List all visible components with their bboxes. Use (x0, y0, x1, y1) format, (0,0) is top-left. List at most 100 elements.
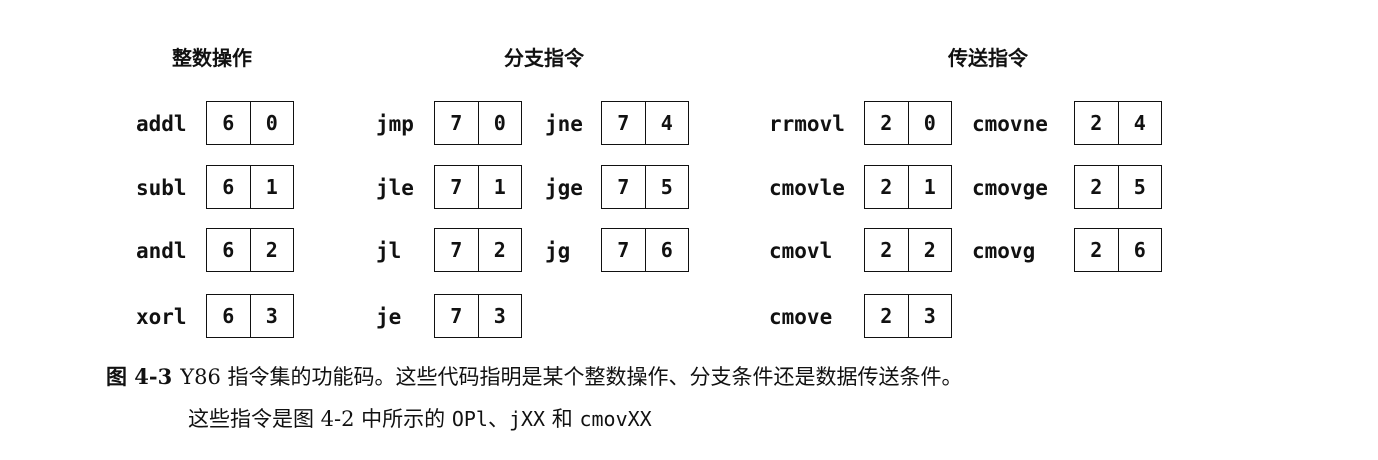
instr-jne: jne 7 4 (545, 101, 689, 147)
code-low-nibble: 0 (477, 102, 522, 144)
code-low-nibble: 2 (477, 229, 522, 271)
function-code-box: 7 6 (601, 228, 689, 272)
branch-title: 分支指令 (504, 46, 584, 70)
mnemonic: jg (545, 239, 571, 263)
instr-jg: jg 7 6 (545, 228, 689, 274)
code-high-nibble: 2 (880, 238, 893, 262)
mnemonic: jge (545, 176, 583, 200)
function-code-box: 2 5 (1074, 165, 1162, 209)
code-high-nibble: 7 (450, 238, 463, 262)
figure-caption-line2: 这些指令是图 4-2 中所示的 OPl、jXX 和 cmovXX (188, 404, 652, 434)
code-high-nibble: 7 (450, 111, 463, 135)
code-low-nibble: 0 (249, 102, 294, 144)
instr-cmovg: cmovg 2 6 (972, 228, 1162, 274)
mnemonic: andl (136, 239, 187, 263)
code-high-nibble: 2 (880, 304, 893, 328)
instr-jge: jge 7 5 (545, 165, 689, 211)
code-low-nibble: 5 (1117, 166, 1162, 208)
caption-separator: 、 (487, 407, 509, 431)
code-high-nibble: 2 (1090, 175, 1103, 199)
code-low-nibble: 2 (907, 229, 952, 271)
instr-xorl: xorl 6 3 (136, 294, 294, 340)
function-code-box: 2 1 (864, 165, 952, 209)
instr-jmp: jmp 7 0 (376, 101, 522, 147)
mnemonic: jne (545, 112, 583, 136)
function-code-box: 2 0 (864, 101, 952, 145)
caption-line2-prefix: 这些指令是图 4-2 中所示的 (188, 407, 452, 431)
figure-label: 图 4-3 (106, 364, 173, 389)
code-high-nibble: 2 (880, 175, 893, 199)
code-low-nibble: 4 (644, 102, 689, 144)
mnemonic: cmovle (769, 176, 845, 200)
code-low-nibble: 1 (477, 166, 522, 208)
function-code-box: 7 5 (601, 165, 689, 209)
code-high-nibble: 6 (222, 111, 235, 135)
code-jxx: jXX (508, 407, 546, 431)
caption-text: Y86 指令集的功能码。这些代码指明是某个整数操作、分支条件还是数据传送条件。 (180, 365, 963, 389)
code-low-nibble: 3 (907, 295, 952, 337)
instr-subl: subl 6 1 (136, 165, 294, 211)
function-code-box: 6 3 (206, 294, 294, 338)
code-high-nibble: 2 (880, 111, 893, 135)
code-high-nibble: 7 (617, 111, 630, 135)
mnemonic: cmovg (972, 239, 1036, 263)
code-high-nibble: 7 (450, 304, 463, 328)
function-code-box: 7 2 (434, 228, 522, 272)
code-high-nibble: 2 (1090, 238, 1103, 262)
instr-cmovl: cmovl 2 2 (769, 228, 952, 274)
instr-andl: andl 6 2 (136, 228, 294, 274)
code-low-nibble: 1 (907, 166, 952, 208)
code-low-nibble: 5 (644, 166, 689, 208)
caption-and: 和 (545, 407, 580, 431)
code-low-nibble: 3 (477, 295, 522, 337)
function-code-box: 2 4 (1074, 101, 1162, 145)
integer-ops-title: 整数操作 (172, 46, 252, 70)
code-low-nibble: 0 (907, 102, 952, 144)
function-code-box: 7 3 (434, 294, 522, 338)
code-low-nibble: 1 (249, 166, 294, 208)
function-code-box: 6 1 (206, 165, 294, 209)
code-low-nibble: 3 (249, 295, 294, 337)
function-code-box: 7 4 (601, 101, 689, 145)
mnemonic: xorl (136, 305, 187, 329)
function-code-box: 6 2 (206, 228, 294, 272)
code-low-nibble: 2 (249, 229, 294, 271)
instr-cmove: cmove 2 3 (769, 294, 952, 340)
code-op: OPl (451, 407, 488, 431)
mnemonic: addl (136, 112, 187, 136)
mnemonic: jle (376, 176, 414, 200)
instr-jle: jle 7 1 (376, 165, 522, 211)
instr-cmovle: cmovle 2 1 (769, 165, 952, 211)
mnemonic: je (376, 305, 402, 329)
figure-caption: 图 4-3 Y86 指令集的功能码。这些代码指明是某个整数操作、分支条件还是数据传… (106, 362, 963, 392)
mnemonic: jl (376, 239, 402, 263)
mnemonic: subl (136, 176, 187, 200)
instr-addl: addl 6 0 (136, 101, 294, 147)
function-code-box: 7 1 (434, 165, 522, 209)
code-high-nibble: 6 (222, 238, 235, 262)
code-low-nibble: 4 (1117, 102, 1162, 144)
mnemonic: rrmovl (769, 112, 845, 136)
instr-rrmovl: rrmovl 2 0 (769, 101, 952, 147)
mnemonic: jmp (376, 112, 414, 136)
mnemonic: cmovl (769, 239, 833, 263)
instr-cmovge: cmovge 2 5 (972, 165, 1162, 211)
instr-jl: jl 7 2 (376, 228, 522, 274)
function-code-box: 2 2 (864, 228, 952, 272)
code-high-nibble: 7 (617, 238, 630, 262)
code-high-nibble: 7 (450, 175, 463, 199)
code-high-nibble: 2 (1090, 111, 1103, 135)
code-cmovxx: cmovXX (579, 407, 652, 431)
function-code-box: 6 0 (206, 101, 294, 145)
function-code-box: 7 0 (434, 101, 522, 145)
code-high-nibble: 6 (222, 175, 235, 199)
code-high-nibble: 6 (222, 304, 235, 328)
mnemonic: cmovne (972, 112, 1048, 136)
instr-je: je 7 3 (376, 294, 522, 340)
code-low-nibble: 6 (644, 229, 689, 271)
code-high-nibble: 7 (617, 175, 630, 199)
instr-cmovne: cmovne 2 4 (972, 101, 1162, 147)
mnemonic: cmovge (972, 176, 1048, 200)
mnemonic: cmove (769, 305, 833, 329)
code-low-nibble: 6 (1117, 229, 1162, 271)
